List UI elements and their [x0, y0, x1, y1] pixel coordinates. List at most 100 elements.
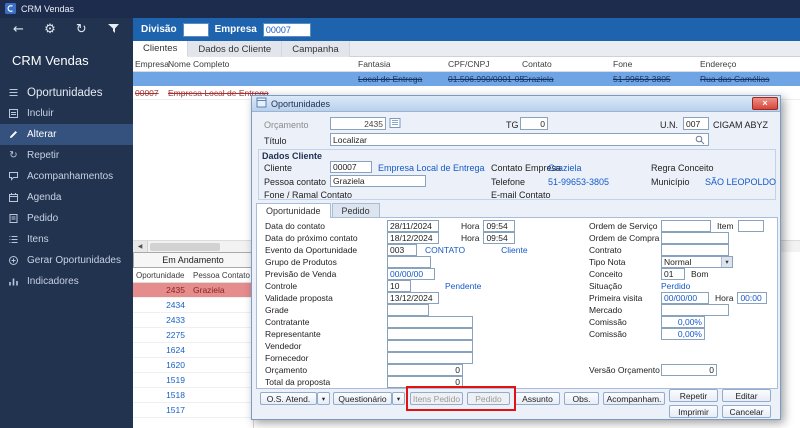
fornecedor-input[interactable] — [387, 352, 473, 364]
comissao2-input[interactable] — [661, 328, 705, 340]
dialog-tab-pedido[interactable]: Pedido — [331, 203, 380, 217]
chevron-down-icon: ▾ — [721, 257, 732, 267]
controle-status: Pendente — [445, 281, 482, 291]
orcamento-valor-input[interactable] — [387, 364, 463, 376]
back-icon[interactable]: ← — [13, 23, 24, 36]
sidebar-item-itens[interactable]: Itens — [0, 229, 133, 250]
titulo-input[interactable] — [330, 133, 709, 146]
search-icon[interactable] — [695, 135, 705, 147]
sidebar-item-acompanhamentos[interactable]: Acompanhamentos — [0, 166, 133, 187]
queue-row[interactable]: 1624 — [133, 343, 253, 358]
scroll-left-icon[interactable]: ◀ — [133, 240, 148, 253]
ordem-compra-input[interactable] — [661, 232, 729, 244]
obs-button[interactable]: Obs. — [564, 392, 599, 405]
os-atend-button[interactable]: O.S. Atend. — [260, 392, 317, 405]
sidebar-item-incluir[interactable]: Incluir — [0, 103, 133, 124]
telefone-value: 51-99653-3805 — [548, 177, 610, 187]
sidebar-item-alterar[interactable]: Alterar — [0, 124, 133, 145]
menu-icon[interactable] — [0, 87, 27, 98]
queue-row[interactable]: 2433 — [133, 313, 253, 328]
un-label: U.N. — [660, 120, 678, 130]
sidebar-item-pedido[interactable]: Pedido — [0, 208, 133, 229]
pencil-icon — [0, 129, 27, 140]
queue-row[interactable]: 1517 — [133, 403, 253, 418]
primeira-visita-input[interactable] — [661, 292, 709, 304]
tab-clientes[interactable]: Clientes — [133, 41, 189, 57]
comissao1-input[interactable] — [661, 316, 705, 328]
tab-campanha[interactable]: Campanha — [282, 41, 350, 57]
sidebar-item-repetir[interactable]: ↻ Repetir — [0, 145, 133, 166]
representante-input[interactable] — [387, 328, 473, 340]
regra-conceito-label: Regra Conceito — [651, 163, 714, 173]
controle-input[interactable] — [387, 280, 411, 292]
sidebar-item-agenda[interactable]: Agenda — [0, 187, 133, 208]
conceito-input[interactable] — [661, 268, 685, 280]
filter-icon[interactable] — [107, 23, 120, 36]
questionario-dropdown-icon[interactable]: ▾ — [392, 392, 405, 405]
un-input[interactable] — [683, 117, 709, 130]
grupo-produtos-input[interactable] — [387, 256, 431, 268]
calendar-icon — [0, 192, 27, 203]
questionario-button[interactable]: Questionário — [333, 392, 392, 405]
vendedor-input[interactable] — [387, 340, 473, 352]
imprimir-button[interactable]: Imprimir — [669, 405, 718, 418]
cliente-code-input[interactable] — [330, 161, 372, 173]
queue-row-selected[interactable]: 2435 Graziela — [133, 283, 253, 298]
gear-icon[interactable]: ⚙ — [44, 23, 56, 36]
previsao-venda-input[interactable] — [387, 268, 435, 280]
evento-input[interactable] — [387, 244, 417, 256]
acompanham-button[interactable]: Acompanham. — [603, 392, 665, 405]
hora-proximo-input[interactable] — [483, 232, 516, 244]
queue-row[interactable]: 2434 — [133, 298, 253, 313]
assunto-button[interactable]: Assunto — [515, 392, 560, 405]
orcamento-input[interactable] — [330, 117, 386, 130]
scrollbar-thumb[interactable] — [150, 242, 220, 251]
municipio-value: SÃO LEOPOLDO — [705, 177, 777, 187]
item-input[interactable] — [737, 220, 764, 232]
tg-input[interactable] — [520, 117, 548, 130]
titulo-label: Título — [264, 136, 287, 146]
grade-input[interactable] — [387, 304, 429, 316]
data-contato-input[interactable] — [387, 220, 439, 232]
queue-row[interactable]: 2275 — [133, 328, 253, 343]
queue-row[interactable]: 1518 — [133, 388, 253, 403]
validade-proposta-input[interactable] — [387, 292, 439, 304]
refresh-icon[interactable]: ↻ — [76, 23, 87, 36]
mercado-input[interactable] — [661, 304, 729, 316]
sidebar-item-gerar-oportunidades[interactable]: Gerar Oportunidades — [0, 250, 133, 271]
oportunidade-panel: Data do contato Hora Data do próximo con… — [256, 217, 778, 389]
oportunidades-dialog: Oportunidades × Orçamento TG U.N. CIGAM … — [251, 95, 781, 420]
contato-empresa-value: Graziela — [548, 163, 582, 173]
ordem-servico-input[interactable] — [661, 220, 711, 232]
close-icon[interactable]: × — [752, 97, 778, 110]
data-proximo-input[interactable] — [387, 232, 439, 244]
conceito-desc: Bom — [691, 269, 709, 279]
company-label: Empresa — [214, 24, 257, 35]
lookup-book-icon[interactable] — [389, 117, 401, 131]
queue-row[interactable]: 1519 — [133, 373, 253, 388]
dialog-tab-oportunidade[interactable]: Oportunidade — [256, 203, 331, 218]
contrato-input[interactable] — [661, 244, 729, 256]
queue-row[interactable]: 1620 — [133, 358, 253, 373]
cancelar-button[interactable]: Cancelar — [722, 405, 771, 418]
pessoa-contato-input[interactable] — [330, 175, 426, 187]
division-input[interactable] — [182, 22, 209, 37]
os-atend-dropdown-icon[interactable]: ▾ — [317, 392, 330, 405]
company-input[interactable] — [262, 22, 311, 37]
situacao-value: Perdido — [661, 281, 691, 291]
dialog-icon — [256, 97, 267, 110]
tipo-nota-select[interactable]: Normal ▾ — [661, 256, 733, 268]
versao-orcamento-input[interactable] — [661, 364, 717, 376]
hora-contato-input[interactable] — [483, 220, 516, 232]
repetir-button[interactable]: Repetir — [669, 389, 718, 402]
sidebar-item-indicadores[interactable]: Indicadores — [0, 271, 133, 292]
grid-row-selected[interactable]: Local de Entrega 01.506.990/0001-05 Graz… — [133, 72, 800, 86]
contratante-input[interactable] — [387, 316, 473, 328]
primeira-visita-hora-input[interactable] — [737, 292, 768, 304]
fone-ramal-label: Fone / Ramal Contato — [264, 190, 353, 200]
queue-filter-header[interactable]: Em Andamento — [133, 252, 253, 268]
repeat-icon: ↻ — [9, 150, 18, 161]
form-left-column: Data do contato Hora Data do próximo con… — [265, 220, 577, 388]
tab-dados-do-cliente[interactable]: Dados do Cliente — [188, 41, 283, 57]
editar-button[interactable]: Editar — [722, 389, 771, 402]
